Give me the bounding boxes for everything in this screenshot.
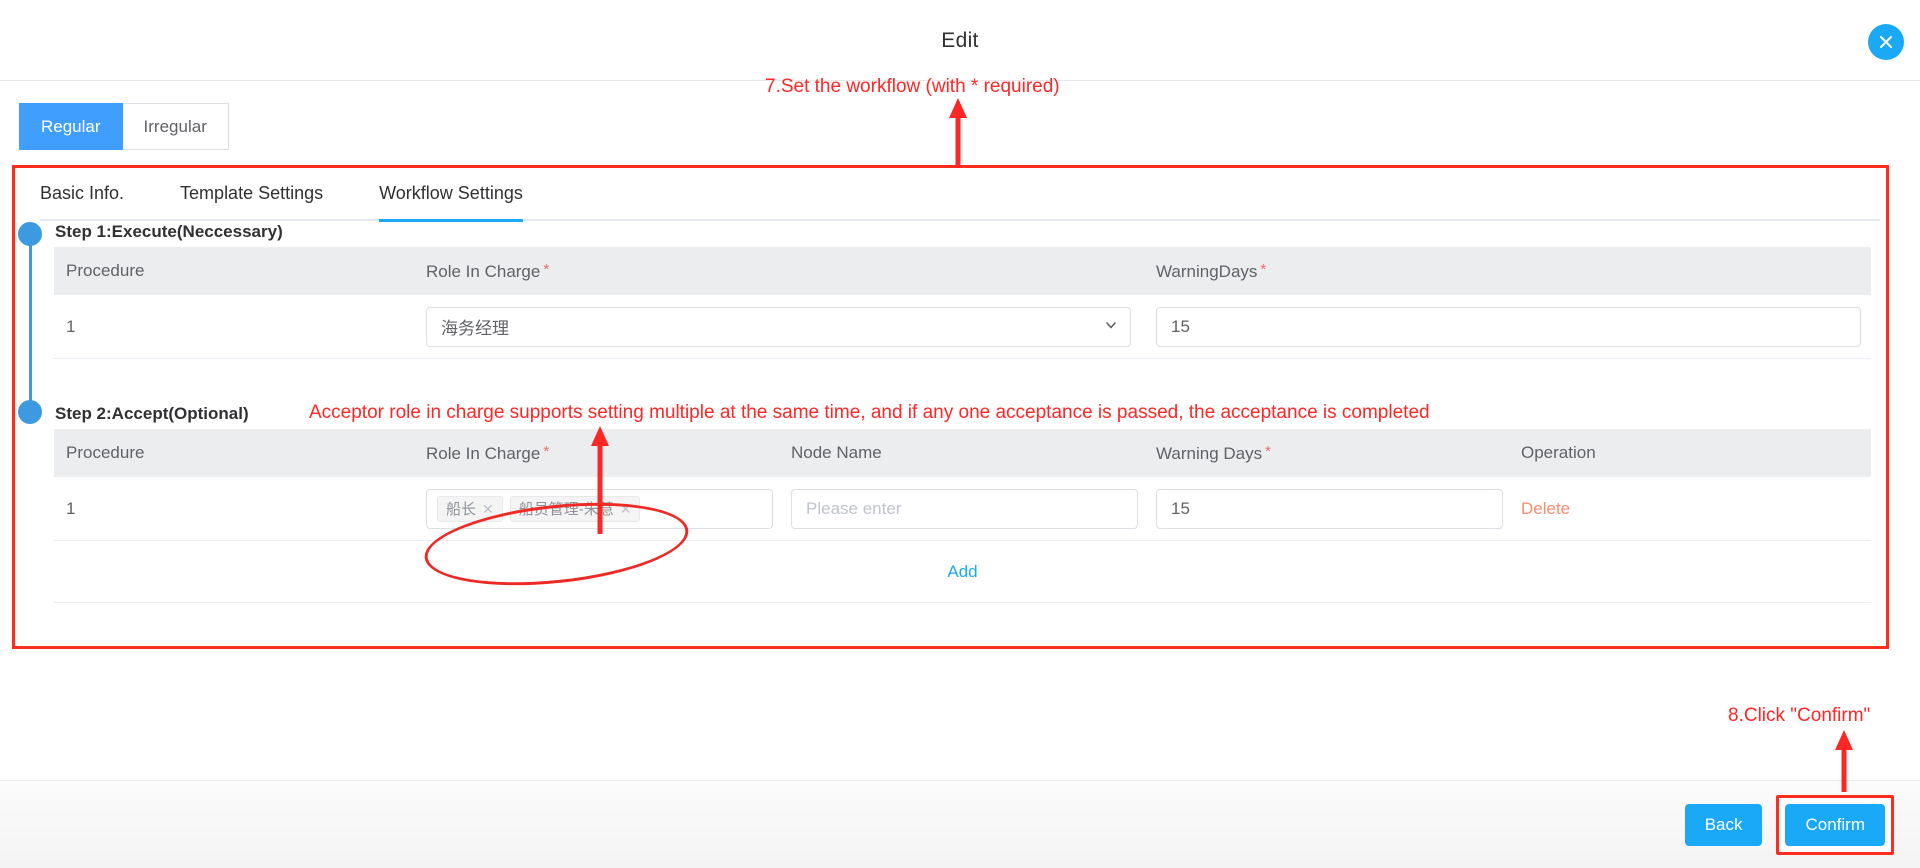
column-header-procedure: Procedure	[66, 261, 145, 280]
annotation-click-confirm: 8.Click "Confirm"	[1728, 705, 1871, 726]
dialog-footer: Back Confirm	[0, 780, 1920, 868]
chevron-down-icon	[1104, 317, 1118, 337]
edit-workflow-dialog: Edit Regular Irregular Basic Info. Templ…	[0, 0, 1920, 868]
back-button[interactable]: Back	[1684, 803, 1763, 846]
add-button[interactable]: Add	[947, 562, 977, 582]
cell-warning-days	[1144, 488, 1509, 529]
column-header-operation: Operation	[1521, 443, 1596, 462]
required-star-icon: *	[1265, 442, 1271, 460]
cell-operation: Delete	[1509, 499, 1871, 519]
step-1-table: Procedure Role In Charge * WarningDays * 1…	[54, 247, 1871, 359]
segment-irregular[interactable]: Irregular	[122, 103, 229, 150]
annotation-arrow-up-1	[949, 98, 967, 168]
cell-warning-days	[1144, 306, 1871, 347]
warning-days-input[interactable]	[1156, 488, 1503, 529]
step-2-label: Step 2:Accept(Optional)	[55, 404, 249, 423]
table-header-row: Procedure Role In Charge * WarningDays *	[54, 247, 1871, 295]
column-header-node-name: Node Name	[791, 443, 882, 462]
delete-button[interactable]: Delete	[1521, 499, 1570, 518]
dialog-header: Edit	[0, 0, 1920, 81]
step-1-dot	[18, 222, 42, 246]
role-tag[interactable]: 船长 ✕	[437, 495, 503, 522]
annotation-arrow-up-3	[1835, 730, 1853, 792]
panel-tabs: Basic Info. Template Settings Workflow S…	[40, 168, 1880, 222]
role-in-charge-select[interactable]: 海务经理	[426, 306, 1131, 347]
cell-node-name	[779, 488, 1144, 529]
step-2-table-footer: Add	[54, 541, 1871, 603]
role-in-charge-select-value: 海务经理	[441, 319, 509, 338]
close-icon[interactable]: ✕	[482, 502, 494, 516]
cell-procedure: 1	[66, 316, 76, 336]
column-header-warning-days: Warning Days *	[1144, 443, 1509, 464]
cell-role-in-charge: 海务经理	[414, 306, 1144, 347]
highlight-box-confirm: Confirm	[1776, 794, 1894, 855]
required-star-icon: *	[1260, 260, 1267, 278]
column-header-role-in-charge-label: Role In Charge	[426, 261, 541, 281]
tab-workflow-settings[interactable]: Workflow Settings	[379, 168, 523, 222]
close-icon[interactable]	[1868, 24, 1904, 60]
step-1-label: Step 1:Execute(Neccessary)	[55, 222, 283, 241]
role-tag-label: 船长	[446, 501, 477, 518]
column-header-role-in-charge: Role In Charge *	[414, 261, 1144, 282]
annotation-arrow-up-2	[591, 426, 609, 534]
required-star-icon: *	[543, 442, 550, 460]
column-header-warning-days-label: Warning Days	[1156, 443, 1263, 463]
column-header-role-in-charge-label: Role In Charge	[426, 443, 541, 463]
step-connector-line	[28, 234, 32, 412]
page-title: Edit	[941, 28, 979, 52]
segment-regular[interactable]: Regular	[19, 103, 123, 150]
node-name-input[interactable]	[791, 488, 1138, 529]
close-icon[interactable]: ✕	[620, 502, 632, 516]
type-segmented-control: Regular Irregular	[19, 103, 229, 150]
tab-basic-info[interactable]: Basic Info.	[40, 168, 124, 220]
warning-days-input[interactable]	[1156, 306, 1861, 347]
column-header-warning-days-label: WarningDays	[1156, 261, 1258, 281]
column-header-warning-days: WarningDays *	[1144, 261, 1871, 282]
table-row: 1 海务经理	[54, 295, 1871, 359]
table-header-row: Procedure Role In Charge * Node Name Warn…	[54, 429, 1871, 477]
confirm-button[interactable]: Confirm	[1785, 803, 1885, 846]
annotation-set-workflow: 7.Set the workflow (with * required)	[765, 76, 1060, 97]
annotation-acceptor-note: Acceptor role in charge supports setting…	[309, 402, 1430, 423]
required-star-icon: *	[543, 260, 550, 278]
column-header-procedure: Procedure	[66, 443, 145, 462]
table-row: 1 船长 ✕ 船员管理-朱慧 ✕ Please enter 15 Delete	[54, 477, 1871, 541]
cell-procedure: 1	[66, 498, 76, 518]
step-2-table: Procedure Role In Charge * Node Name Warn…	[54, 429, 1871, 603]
role-tag[interactable]: 船员管理-朱慧 ✕	[509, 495, 641, 522]
tab-template-settings[interactable]: Template Settings	[180, 168, 323, 220]
step-2-dot	[18, 400, 42, 424]
